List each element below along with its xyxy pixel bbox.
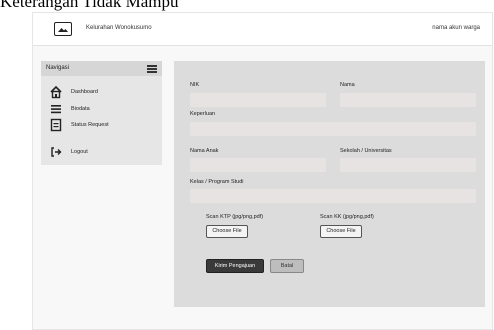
brand-name: Kelurahan Wonokusumo [86, 25, 152, 31]
sidebar-item-logout[interactable]: Logout [49, 145, 159, 159]
sidebar-item-label: Status Request [71, 122, 109, 128]
hamburger-icon[interactable] [147, 65, 157, 73]
kelas-field[interactable] [190, 189, 476, 203]
top-bar: Kelurahan Wonokusumo nama akun warga [33, 13, 492, 46]
choose-file-kk-button[interactable]: Choose File [320, 225, 362, 238]
sekolah-field[interactable] [340, 158, 476, 172]
nama-field[interactable] [340, 93, 476, 107]
image-icon [54, 22, 72, 36]
sekolah-label: Sekolah / Universitas [340, 148, 392, 154]
sidebar-item-biodata[interactable]: Biodata [49, 102, 159, 116]
nama-anak-field[interactable] [190, 158, 326, 172]
sidebar-item-label: Dashboard [71, 89, 98, 95]
submit-button[interactable]: Kirim Pengajuan [206, 259, 264, 273]
keperluan-field[interactable] [190, 122, 476, 136]
kelas-label: Kelas / Program Studi [190, 179, 244, 185]
keperluan-label: Keperluan [190, 111, 216, 117]
sidebar-item-dashboard[interactable]: Dashboard [49, 85, 159, 99]
choose-file-ktp-button[interactable]: Choose File [206, 225, 248, 238]
list-icon [51, 105, 61, 114]
document-icon [50, 118, 62, 132]
sidebar-item-status-request[interactable]: Status Request [49, 118, 159, 132]
sidebar-header: Navigasi [41, 61, 162, 76]
nik-label: NIK [190, 82, 200, 88]
nik-field[interactable] [190, 93, 326, 107]
nama-label: Nama [340, 82, 355, 88]
sidebar: Navigasi Dashboard Biodata Status Reques… [41, 61, 162, 165]
scan-kk-label: Scan KK (jpg/png,pdf) [320, 214, 374, 220]
account-name[interactable]: nama akun warga [432, 25, 480, 31]
sidebar-item-label: Logout [71, 149, 88, 155]
page-caption: Keterangan Tidak Mampu [0, 0, 179, 11]
sidebar-title: Navigasi [46, 65, 70, 71]
logout-icon [51, 147, 62, 157]
home-icon [50, 85, 62, 99]
cancel-button[interactable]: Batal [270, 259, 304, 273]
nama-anak-label: Nama Anak [190, 148, 219, 154]
scan-ktp-label: Scan KTP (jpg/png,pdf) [206, 214, 264, 220]
sidebar-item-label: Biodata [71, 106, 90, 112]
